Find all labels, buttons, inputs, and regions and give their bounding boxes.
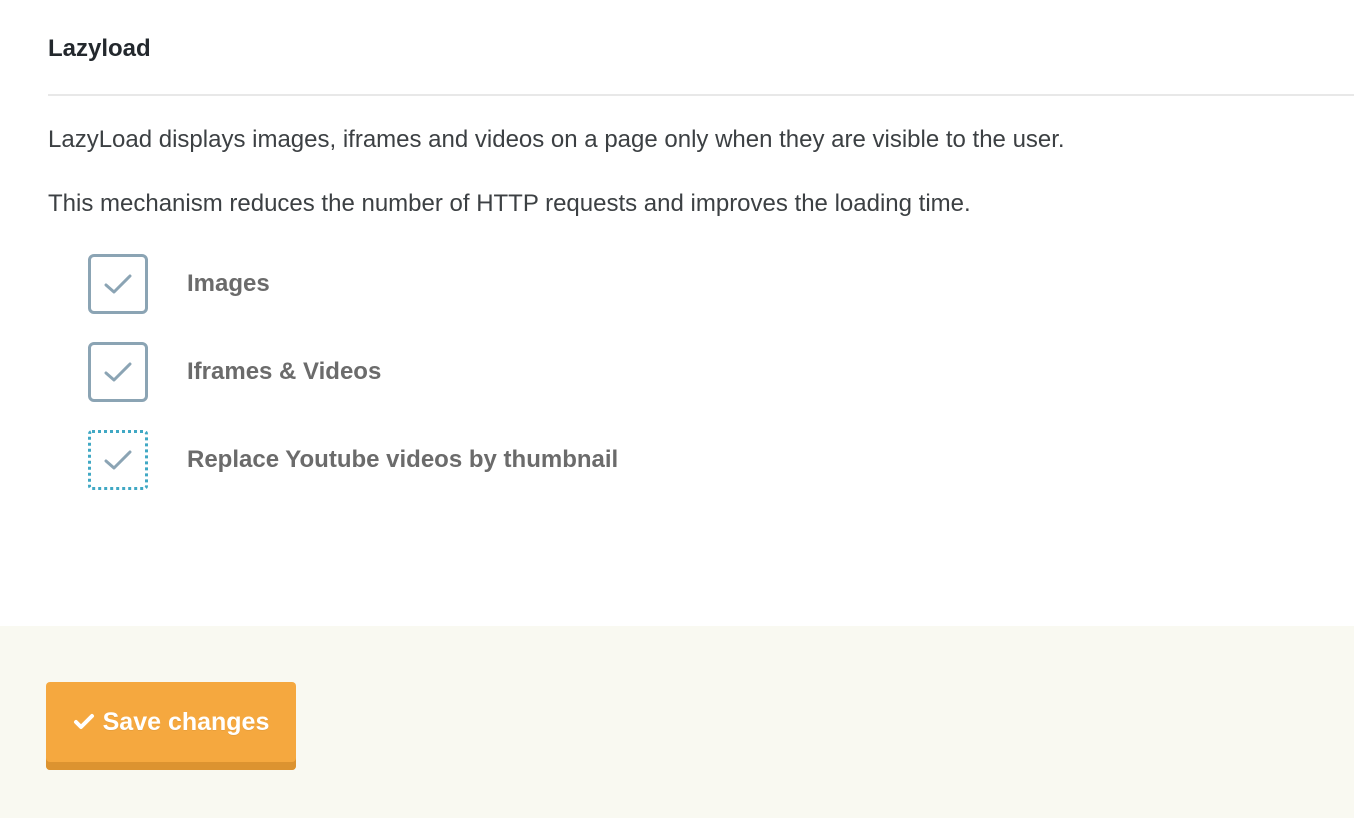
checkmark-icon: [104, 450, 132, 470]
save-button-label: Save changes: [102, 707, 270, 736]
section-divider: [48, 94, 1354, 96]
section-title: Lazyload: [48, 35, 151, 62]
checkmark-icon: [104, 362, 132, 382]
lazyload-settings-panel: Lazyload LazyLoad displays images, ifram…: [0, 0, 1354, 626]
option-youtube-thumbnail[interactable]: Replace Youtube videos by thumbnail: [88, 428, 888, 492]
images-checkbox[interactable]: [88, 254, 148, 314]
option-label: Replace Youtube videos by thumbnail: [187, 446, 619, 473]
section-description-secondary: This mechanism reduces the number of HTT…: [48, 190, 971, 217]
save-changes-button[interactable]: Save changes: [46, 682, 296, 770]
section-description: LazyLoad displays images, iframes and vi…: [48, 126, 1065, 153]
option-label: Images: [187, 270, 270, 297]
option-label: Iframes & Videos: [187, 358, 382, 385]
checkmark-icon: [104, 274, 132, 294]
checkmark-icon: [73, 713, 95, 731]
iframes-videos-checkbox[interactable]: [88, 342, 148, 402]
youtube-thumbnail-checkbox[interactable]: [88, 430, 148, 490]
option-images[interactable]: Images: [88, 252, 888, 316]
option-iframes-videos[interactable]: Iframes & Videos: [88, 340, 888, 404]
